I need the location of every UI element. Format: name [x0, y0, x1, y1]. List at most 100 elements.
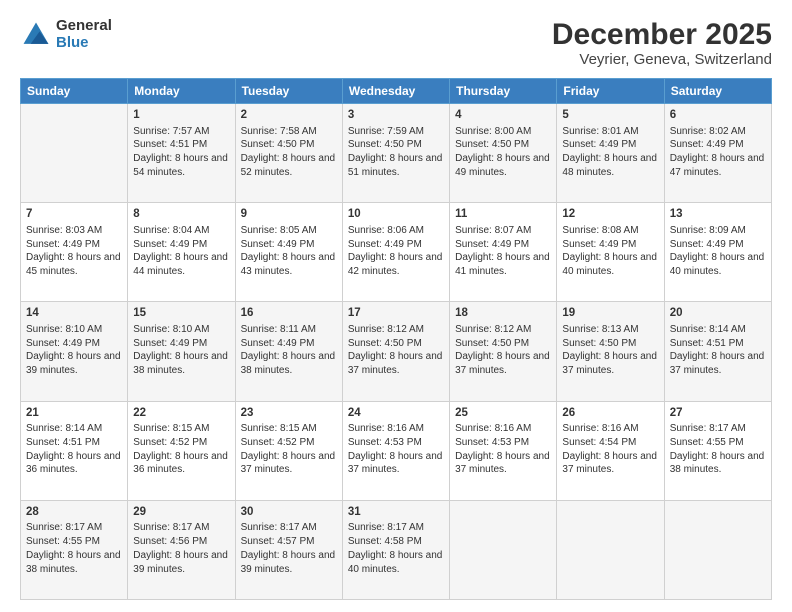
calendar-cell: 4Sunrise: 8:00 AMSunset: 4:50 PMDaylight…	[450, 104, 557, 203]
cell-details: Sunrise: 8:10 AMSunset: 4:49 PMDaylight:…	[133, 323, 229, 378]
logo-icon	[20, 19, 52, 51]
calendar-cell	[450, 500, 557, 599]
calendar-cell: 21Sunrise: 8:14 AMSunset: 4:51 PMDayligh…	[21, 401, 128, 500]
calendar-cell: 16Sunrise: 8:11 AMSunset: 4:49 PMDayligh…	[235, 302, 342, 401]
calendar-cell	[557, 500, 664, 599]
day-number: 21	[26, 406, 122, 422]
calendar-cell: 1Sunrise: 7:57 AMSunset: 4:51 PMDaylight…	[128, 104, 235, 203]
day-number: 17	[348, 306, 444, 322]
cell-details: Sunrise: 8:05 AMSunset: 4:49 PMDaylight:…	[241, 224, 337, 279]
calendar-cell: 20Sunrise: 8:14 AMSunset: 4:51 PMDayligh…	[664, 302, 771, 401]
calendar-cell: 18Sunrise: 8:12 AMSunset: 4:50 PMDayligh…	[450, 302, 557, 401]
calendar-cell: 17Sunrise: 8:12 AMSunset: 4:50 PMDayligh…	[342, 302, 449, 401]
cell-details: Sunrise: 8:02 AMSunset: 4:49 PMDaylight:…	[670, 125, 766, 180]
logo-text: General Blue	[56, 18, 112, 51]
day-of-week-tuesday: Tuesday	[235, 79, 342, 104]
day-of-week-friday: Friday	[557, 79, 664, 104]
cell-details: Sunrise: 8:17 AMSunset: 4:55 PMDaylight:…	[670, 422, 766, 477]
cell-details: Sunrise: 8:16 AMSunset: 4:53 PMDaylight:…	[455, 422, 551, 477]
cell-details: Sunrise: 8:16 AMSunset: 4:54 PMDaylight:…	[562, 422, 658, 477]
calendar-cell: 14Sunrise: 8:10 AMSunset: 4:49 PMDayligh…	[21, 302, 128, 401]
day-of-week-wednesday: Wednesday	[342, 79, 449, 104]
calendar-cell	[21, 104, 128, 203]
cell-details: Sunrise: 8:00 AMSunset: 4:50 PMDaylight:…	[455, 125, 551, 180]
logo-general-text: General	[56, 18, 112, 35]
calendar-cell: 25Sunrise: 8:16 AMSunset: 4:53 PMDayligh…	[450, 401, 557, 500]
calendar-cell: 3Sunrise: 7:59 AMSunset: 4:50 PMDaylight…	[342, 104, 449, 203]
day-of-week-monday: Monday	[128, 79, 235, 104]
day-number: 3	[348, 108, 444, 124]
day-number: 24	[348, 406, 444, 422]
day-number: 1	[133, 108, 229, 124]
cell-details: Sunrise: 8:12 AMSunset: 4:50 PMDaylight:…	[455, 323, 551, 378]
day-number: 20	[670, 306, 766, 322]
day-number: 11	[455, 207, 551, 223]
cell-details: Sunrise: 8:08 AMSunset: 4:49 PMDaylight:…	[562, 224, 658, 279]
calendar-week-3: 14Sunrise: 8:10 AMSunset: 4:49 PMDayligh…	[21, 302, 772, 401]
cell-details: Sunrise: 8:06 AMSunset: 4:49 PMDaylight:…	[348, 224, 444, 279]
cell-details: Sunrise: 8:04 AMSunset: 4:49 PMDaylight:…	[133, 224, 229, 279]
calendar-week-1: 1Sunrise: 7:57 AMSunset: 4:51 PMDaylight…	[21, 104, 772, 203]
title-block: December 2025 Veyrier, Geneva, Switzerla…	[552, 18, 772, 68]
day-number: 10	[348, 207, 444, 223]
day-number: 23	[241, 406, 337, 422]
calendar-cell: 30Sunrise: 8:17 AMSunset: 4:57 PMDayligh…	[235, 500, 342, 599]
calendar-cell: 9Sunrise: 8:05 AMSunset: 4:49 PMDaylight…	[235, 203, 342, 302]
cell-details: Sunrise: 8:14 AMSunset: 4:51 PMDaylight:…	[670, 323, 766, 378]
calendar-cell: 12Sunrise: 8:08 AMSunset: 4:49 PMDayligh…	[557, 203, 664, 302]
calendar-table: SundayMondayTuesdayWednesdayThursdayFrid…	[20, 78, 772, 600]
day-number: 15	[133, 306, 229, 322]
calendar-cell: 26Sunrise: 8:16 AMSunset: 4:54 PMDayligh…	[557, 401, 664, 500]
day-number: 12	[562, 207, 658, 223]
cell-details: Sunrise: 8:15 AMSunset: 4:52 PMDaylight:…	[241, 422, 337, 477]
page: General Blue December 2025 Veyrier, Gene…	[0, 0, 792, 612]
day-number: 5	[562, 108, 658, 124]
day-of-week-thursday: Thursday	[450, 79, 557, 104]
calendar-header: SundayMondayTuesdayWednesdayThursdayFrid…	[21, 79, 772, 104]
calendar-cell: 7Sunrise: 8:03 AMSunset: 4:49 PMDaylight…	[21, 203, 128, 302]
calendar-cell: 10Sunrise: 8:06 AMSunset: 4:49 PMDayligh…	[342, 203, 449, 302]
calendar-title: December 2025	[552, 18, 772, 51]
calendar-week-4: 21Sunrise: 8:14 AMSunset: 4:51 PMDayligh…	[21, 401, 772, 500]
logo: General Blue	[20, 18, 112, 51]
cell-details: Sunrise: 8:09 AMSunset: 4:49 PMDaylight:…	[670, 224, 766, 279]
cell-details: Sunrise: 8:17 AMSunset: 4:58 PMDaylight:…	[348, 521, 444, 576]
cell-details: Sunrise: 8:12 AMSunset: 4:50 PMDaylight:…	[348, 323, 444, 378]
day-number: 2	[241, 108, 337, 124]
day-number: 9	[241, 207, 337, 223]
calendar-cell: 5Sunrise: 8:01 AMSunset: 4:49 PMDaylight…	[557, 104, 664, 203]
cell-details: Sunrise: 8:15 AMSunset: 4:52 PMDaylight:…	[133, 422, 229, 477]
calendar-week-2: 7Sunrise: 8:03 AMSunset: 4:49 PMDaylight…	[21, 203, 772, 302]
calendar-cell: 22Sunrise: 8:15 AMSunset: 4:52 PMDayligh…	[128, 401, 235, 500]
cell-details: Sunrise: 8:03 AMSunset: 4:49 PMDaylight:…	[26, 224, 122, 279]
day-number: 27	[670, 406, 766, 422]
cell-details: Sunrise: 8:13 AMSunset: 4:50 PMDaylight:…	[562, 323, 658, 378]
day-number: 7	[26, 207, 122, 223]
cell-details: Sunrise: 8:07 AMSunset: 4:49 PMDaylight:…	[455, 224, 551, 279]
day-number: 13	[670, 207, 766, 223]
cell-details: Sunrise: 8:17 AMSunset: 4:57 PMDaylight:…	[241, 521, 337, 576]
day-number: 29	[133, 505, 229, 521]
day-number: 30	[241, 505, 337, 521]
calendar-cell: 24Sunrise: 8:16 AMSunset: 4:53 PMDayligh…	[342, 401, 449, 500]
cell-details: Sunrise: 8:14 AMSunset: 4:51 PMDaylight:…	[26, 422, 122, 477]
day-number: 19	[562, 306, 658, 322]
day-number: 31	[348, 505, 444, 521]
calendar-cell: 15Sunrise: 8:10 AMSunset: 4:49 PMDayligh…	[128, 302, 235, 401]
calendar-cell	[664, 500, 771, 599]
calendar-week-5: 28Sunrise: 8:17 AMSunset: 4:55 PMDayligh…	[21, 500, 772, 599]
cell-details: Sunrise: 8:16 AMSunset: 4:53 PMDaylight:…	[348, 422, 444, 477]
day-number: 4	[455, 108, 551, 124]
calendar-cell: 31Sunrise: 8:17 AMSunset: 4:58 PMDayligh…	[342, 500, 449, 599]
day-number: 28	[26, 505, 122, 521]
cell-details: Sunrise: 8:10 AMSunset: 4:49 PMDaylight:…	[26, 323, 122, 378]
cell-details: Sunrise: 7:57 AMSunset: 4:51 PMDaylight:…	[133, 125, 229, 180]
day-number: 16	[241, 306, 337, 322]
day-number: 22	[133, 406, 229, 422]
header: General Blue December 2025 Veyrier, Gene…	[20, 18, 772, 68]
cell-details: Sunrise: 8:11 AMSunset: 4:49 PMDaylight:…	[241, 323, 337, 378]
day-number: 14	[26, 306, 122, 322]
cell-details: Sunrise: 7:59 AMSunset: 4:50 PMDaylight:…	[348, 125, 444, 180]
calendar-cell: 6Sunrise: 8:02 AMSunset: 4:49 PMDaylight…	[664, 104, 771, 203]
calendar-cell: 29Sunrise: 8:17 AMSunset: 4:56 PMDayligh…	[128, 500, 235, 599]
